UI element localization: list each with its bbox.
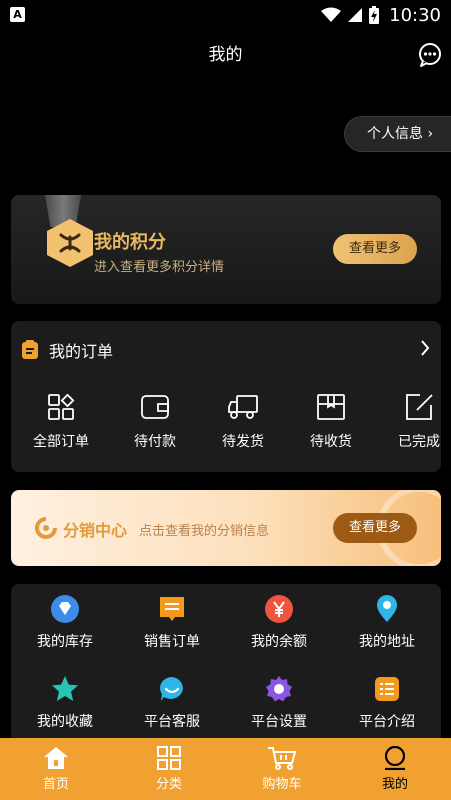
service-label: 平台客服 <box>144 714 200 730</box>
truck-icon <box>228 395 258 419</box>
points-view-more-button[interactable]: 查看更多 <box>333 234 417 264</box>
wallet-icon <box>141 395 169 419</box>
points-subtitle: 进入查看更多积分详情 <box>94 260 225 275</box>
chat-icon <box>160 677 183 701</box>
location-pin-icon <box>377 595 397 622</box>
clipboard-icon <box>22 340 38 359</box>
orders-header[interactable]: 我的订单 <box>21 339 113 361</box>
receipt-icon <box>160 597 184 621</box>
grid-icon <box>48 393 75 420</box>
service-settings[interactable]: 平台设置 <box>229 675 329 731</box>
service-label: 平台介绍 <box>359 714 415 730</box>
order-tab-label: 待付款 <box>134 434 176 450</box>
order-tab-pending-payment[interactable]: 待付款 <box>115 393 195 451</box>
order-status-row: 全部订单 待付款 待发货 待收货 已完成 <box>11 393 441 453</box>
diamond-icon <box>51 595 79 623</box>
app-notification-icon: A <box>10 7 25 22</box>
service-label: 销售订单 <box>144 634 200 650</box>
chevron-right-icon[interactable] <box>420 340 430 356</box>
home-icon <box>44 747 68 769</box>
service-label: 我的地址 <box>359 634 415 650</box>
service-address[interactable]: 我的地址 <box>337 595 437 651</box>
status-bar: A 10:30 <box>0 0 451 30</box>
service-sales-orders[interactable]: 销售订单 <box>122 595 222 651</box>
edit-icon <box>406 394 433 420</box>
distribution-subtitle: 点击查看我的分销信息 <box>139 524 270 539</box>
page-title: 我的 <box>208 45 243 65</box>
title-bar: 我的 <box>0 30 451 80</box>
category-icon <box>157 746 181 770</box>
orders-title: 我的订单 <box>49 342 114 361</box>
bottom-tab-bar: 首页 分类 购物车 我的 <box>0 738 451 800</box>
service-label: 平台设置 <box>251 714 307 730</box>
order-tab-completed[interactable]: 已完成 <box>379 393 451 451</box>
cart-icon <box>268 747 297 770</box>
gear-icon <box>266 676 292 702</box>
points-card[interactable]: 我的积分 进入查看更多积分详情 查看更多 <box>11 195 441 304</box>
personal-info-button[interactable]: 个人信息 › <box>344 116 451 152</box>
clock: 10:30 <box>389 4 441 26</box>
orders-card: 我的订单 全部订单 待付款 待发货 待收货 已完成 <box>11 321 441 472</box>
service-customer-support[interactable]: 平台客服 <box>122 675 222 731</box>
order-tab-pending-shipment[interactable]: 待发货 <box>203 393 283 451</box>
box-icon <box>317 394 345 420</box>
service-balance[interactable]: 我的余额 <box>229 595 329 651</box>
order-tab-label: 待收货 <box>310 434 352 450</box>
tab-category[interactable]: 分类 <box>129 746 209 792</box>
distribution-view-more-button[interactable]: 查看更多 <box>333 513 417 543</box>
order-tab-label: 待发货 <box>222 434 264 450</box>
order-tab-label: 全部订单 <box>33 434 89 450</box>
tab-label: 我的 <box>381 777 408 792</box>
tab-mine[interactable]: 我的 <box>355 746 435 792</box>
wifi-icon <box>321 7 342 22</box>
order-tab-all[interactable]: 全部订单 <box>21 393 101 451</box>
profile-icon <box>384 746 406 770</box>
star-icon <box>52 676 78 701</box>
tab-label: 购物车 <box>262 777 302 792</box>
points-badge-icon <box>47 219 93 267</box>
list-icon <box>375 677 399 701</box>
service-label: 我的余额 <box>251 634 307 650</box>
service-favorites[interactable]: 我的收藏 <box>15 675 115 731</box>
services-card: 我的库存 销售订单 我的余额 我的地址 我的收藏 平台客服 平台设置 平台介绍 <box>11 584 441 744</box>
tab-label: 首页 <box>42 777 69 792</box>
points-title: 我的积分 <box>94 232 166 253</box>
yen-icon <box>265 595 293 623</box>
message-icon[interactable] <box>417 42 443 68</box>
tab-label: 分类 <box>155 777 182 792</box>
distribution-icon <box>35 517 57 539</box>
signal-icon <box>348 8 363 22</box>
service-label: 我的库存 <box>37 634 93 650</box>
service-label: 我的收藏 <box>37 714 93 730</box>
battery-icon <box>369 6 380 24</box>
tab-home[interactable]: 首页 <box>16 746 96 792</box>
order-tab-label: 已完成 <box>398 434 440 450</box>
service-platform-intro[interactable]: 平台介绍 <box>337 675 437 731</box>
distribution-center-banner[interactable]: 分销中心 点击查看我的分销信息 查看更多 <box>11 490 441 566</box>
distribution-title: 分销中心 <box>63 521 128 540</box>
tab-cart[interactable]: 购物车 <box>242 746 322 792</box>
service-inventory[interactable]: 我的库存 <box>15 595 115 651</box>
order-tab-pending-receipt[interactable]: 待收货 <box>291 393 371 451</box>
